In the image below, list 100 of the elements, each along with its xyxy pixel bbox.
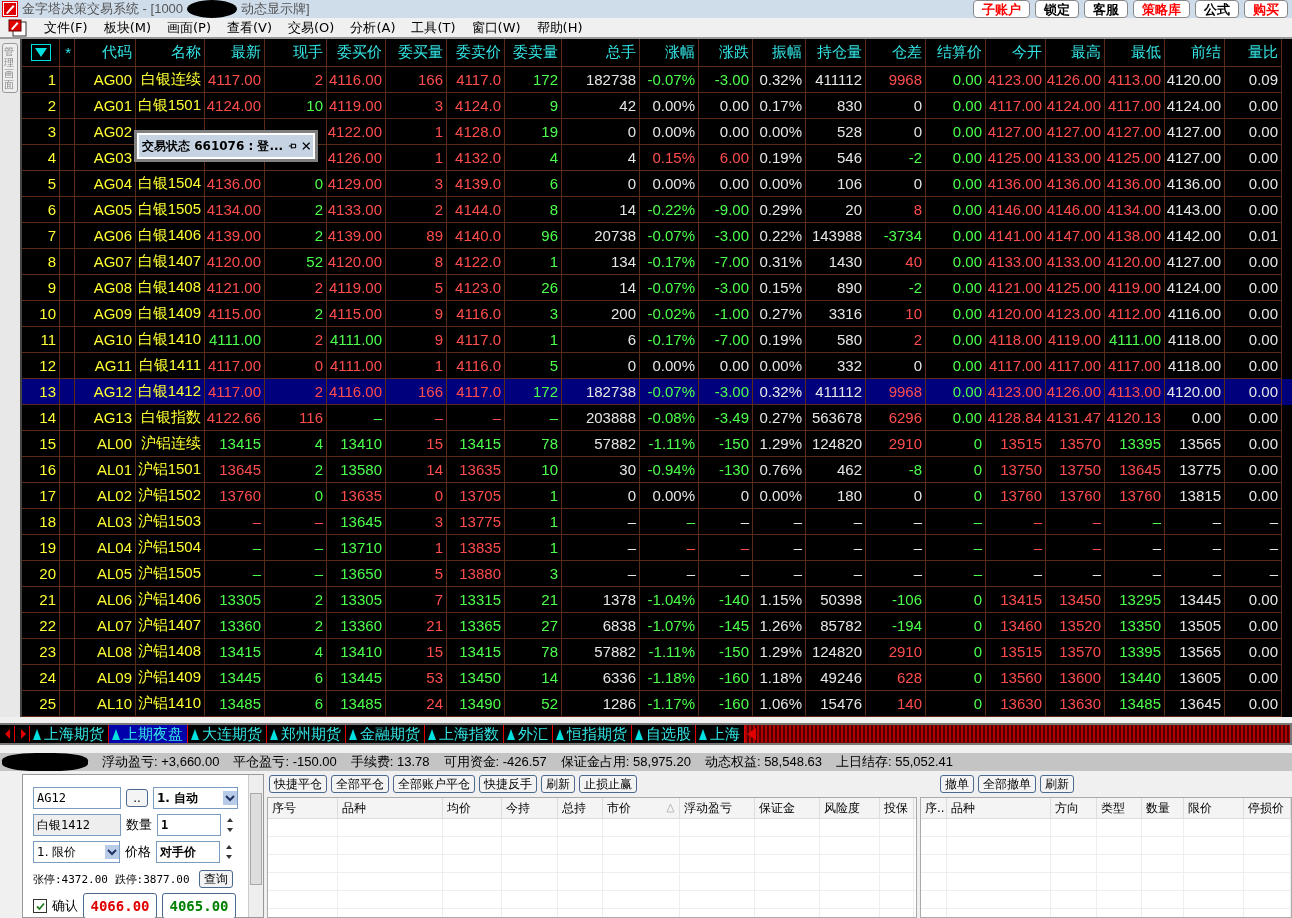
quote-row[interactable]: 5 AG04 白银1504 4136.00 0 4129.00 3 4139.0 6 0 0.00% 0.00 0.00% 106 0 0.00 4136.00 4136.00 4136.00 4136.00 0.00 [22, 171, 1292, 197]
column-header[interactable]: 委买量 [398, 43, 443, 62]
column-header[interactable]: 涨跌 [719, 43, 749, 62]
market-tab[interactable]: 上海 [696, 725, 745, 743]
menu-item[interactable]: 交易(O) [280, 18, 343, 37]
quote-row[interactable]: 10 AG09 白银1409 4115.00 2 4115.00 9 4116.0 3 200 -0.02% -1.00 0.27% 3316 10 0.00 4120.00 4123.00 4112.00 4116.00 0.00 [22, 301, 1292, 327]
quote-row[interactable]: 23 AL08 沪铝1408 13415 4 13410 15 13415 78 57882 -1.11% -150 1.29% 124820 2910 0 13515 13570 13395 13565 0.00 [22, 639, 1292, 665]
query-button[interactable]: 查询 [198, 870, 233, 888]
quote-row[interactable]: 16 AL01 沪铝1501 13645 2 13580 14 13635 10 30 -0.94% -130 0.76% 462 -8 0 13750 13750 13645 13775 0.00 [22, 457, 1292, 483]
column-header[interactable]: 振幅 [772, 43, 802, 62]
column-header[interactable]: 代码 [102, 43, 132, 62]
column-header[interactable]: 市价 [607, 799, 631, 817]
column-header[interactable]: 委卖量 [513, 43, 558, 62]
quote-row[interactable]: 22 AL07 沪铝1407 13360 2 13360 21 13365 27 6838 -1.07% -145 1.26% 85782 -194 0 13460 13520 13350 13505 0.00 [22, 613, 1292, 639]
toolbar-button[interactable]: 全部账户平仓 [393, 775, 475, 793]
toolbar-button[interactable]: 刷新 [1040, 775, 1074, 793]
column-header[interactable]: 品种 [951, 799, 975, 817]
quote-row[interactable]: 1 AG00 白银连续 4117.00 2 4116.00 166 4117.0 172 182738 -0.07% -3.00 0.32% 411112 9968 0.00 4123.00 4126.00 4113.00 4120.00 0.09 [22, 67, 1292, 93]
column-header[interactable]: 前结 [1191, 43, 1221, 62]
confirm-checkbox[interactable] [33, 899, 47, 913]
column-header[interactable]: 序号 [272, 799, 296, 817]
quote-row[interactable]: 20 AL05 沪铝1505 – – 13650 5 13880 3 – – – – – – – – – – – – [22, 561, 1292, 587]
column-header[interactable]: 风险度 [824, 799, 860, 817]
toolbar-button[interactable]: 快捷反手 [479, 775, 537, 793]
column-header[interactable]: 总持 [562, 799, 586, 817]
market-tab[interactable]: 外汇 [504, 725, 553, 743]
column-header[interactable]: 涨幅 [665, 43, 695, 62]
column-header[interactable]: 类型 [1101, 799, 1125, 817]
header-button[interactable]: 客服 [1084, 0, 1128, 18]
quote-row[interactable]: 14 AG13 白银指数 4122.66 116 – – – – 203888 -0.08% -3.49 0.27% 563678 6296 0.00 4128.84 4131.47 4120.13 0.00 0.00 [22, 405, 1292, 431]
column-header[interactable]: 总手 [606, 43, 636, 62]
quote-row[interactable]: 6 AG05 白银1505 4134.00 2 4133.00 2 4144.0 8 14 -0.22% -9.00 0.29% 20 8 0.00 4146.00 4146.00 4134.00 4143.00 0.00 [22, 197, 1292, 223]
sell-price-button[interactable]: 4065.00 [162, 893, 236, 918]
market-tab[interactable]: 上期夜盘 [109, 725, 188, 743]
header-button[interactable]: 子账户 [973, 0, 1030, 18]
toolbar-button[interactable]: 全部平仓 [331, 775, 389, 793]
column-header[interactable]: 今持 [506, 799, 530, 817]
quote-row[interactable]: 15 AL00 沪铝连续 13415 4 13410 15 13415 78 57882 -1.11% -150 1.29% 124820 2910 0 13515 13570 13395 13565 0.00 [22, 431, 1292, 457]
name-field[interactable]: 白银1412 [33, 814, 121, 836]
toolbar-button[interactable]: 快捷平仓 [269, 775, 327, 793]
market-tab[interactable]: 恒指期货 [553, 725, 632, 743]
market-tab[interactable]: 金融期货 [346, 725, 425, 743]
menu-item[interactable]: 板块(M) [95, 18, 159, 37]
column-header[interactable]: 委买价 [337, 43, 382, 62]
column-header[interactable]: 停损价 [1248, 799, 1284, 817]
column-header[interactable]: 浮动盈亏 [684, 799, 732, 817]
column-header[interactable]: 保证金 [759, 799, 795, 817]
quote-row[interactable]: 18 AL03 沪铝1503 – – 13645 3 13775 1 – – – – – – – – – – – – [22, 509, 1292, 535]
column-header[interactable]: 均价 [447, 799, 471, 817]
quote-row[interactable]: 25 AL10 沪铝1410 13485 6 13485 24 13490 52 1286 -1.17% -160 1.06% 15476 140 0 13630 13630 13485 13645 0.00 [22, 691, 1292, 717]
column-header[interactable]: 投保 [884, 799, 908, 817]
menu-item[interactable]: 文件(F) [36, 18, 96, 37]
menu-item[interactable]: 查看(V) [219, 18, 281, 37]
column-header[interactable]: 名称 [171, 43, 201, 62]
quote-row[interactable]: 7 AG06 白银1406 4139.00 2 4139.00 89 4140.0 96 20738 -0.07% -3.00 0.22% 143988 -3734 0.00 4141.00 4147.00 4138.00 4142.00 0.01 [22, 223, 1292, 249]
quote-row[interactable]: 13 AG12 白银1412 4117.00 2 4116.00 166 4117.0 172 182738 -0.07% -3.00 0.32% 411112 9968 0.00 4123.00 4126.00 4113.00 4120.00 0.00 [22, 379, 1292, 405]
header-button[interactable]: 策略库 [1133, 0, 1190, 18]
column-header[interactable]: 今开 [1012, 43, 1042, 62]
menu-item[interactable]: 帮助(H) [528, 18, 591, 37]
price-field[interactable]: 对手价 [156, 841, 220, 863]
pin-icon[interactable] [288, 141, 297, 151]
status-popup[interactable]: 交易状态 661076 : 登... [137, 133, 315, 159]
close-icon[interactable] [301, 141, 310, 151]
order-type-select[interactable]: 1. 限价 [33, 841, 120, 863]
header-button[interactable]: 公式 [1195, 0, 1239, 18]
scroll-left-icon[interactable] [2, 726, 15, 742]
column-header[interactable]: 方向 [1055, 799, 1079, 817]
toolbar-button[interactable]: 刷新 [541, 775, 575, 793]
code-field[interactable]: AG12 [33, 787, 121, 809]
column-header[interactable]: 委卖价 [456, 43, 501, 62]
dropdown-icon[interactable] [30, 44, 51, 61]
toolbar-button[interactable]: 撤单 [940, 775, 974, 793]
column-header[interactable]: 持仓量 [817, 43, 862, 62]
quote-row[interactable]: 21 AL06 沪铝1406 13305 2 13305 7 13315 21 1378 -1.04% -140 1.15% 50398 -106 0 13415 13450 13295 13445 0.00 [22, 587, 1292, 613]
menu-item[interactable]: 分析(A) [342, 18, 404, 37]
market-tab[interactable]: 上海指数 [425, 725, 504, 743]
toolbar-button[interactable]: 止损止赢 [579, 775, 637, 793]
column-header[interactable]: 现手 [293, 43, 323, 62]
browse-button[interactable]: .. [126, 789, 148, 807]
column-header[interactable]: 限价 [1188, 799, 1212, 817]
quote-row[interactable]: 2 AG01 白银1501 4124.00 10 4119.00 3 4124.0 9 42 0.00% 0.00 0.17% 830 0 0.00 4117.00 4124.00 4117.00 4124.00 0.00 [22, 93, 1292, 119]
quote-row[interactable]: 24 AL09 沪铝1409 13445 6 13445 53 13450 14 6336 -1.18% -160 1.18% 49246 628 0 13560 13600 13440 13605 0.00 [22, 665, 1292, 691]
scrollbar[interactable] [248, 775, 263, 917]
quote-row[interactable]: 11 AG10 白银1410 4111.00 2 4111.00 9 4117.0 1 6 -0.17% -7.00 0.19% 580 2 0.00 4118.00 4119.00 4111.00 4118.00 0.00 [22, 327, 1292, 353]
column-header[interactable]: 序.. [925, 799, 945, 817]
menu-item[interactable]: 画面(P) [159, 18, 219, 37]
column-header[interactable]: 数量 [1146, 799, 1170, 817]
market-tab[interactable]: 自选股 [632, 725, 696, 743]
quote-row[interactable]: 19 AL04 沪铝1504 – – 13710 1 13835 1 – – – – – – – – – – – – [22, 535, 1292, 561]
market-tab[interactable]: 郑州期货 [267, 725, 346, 743]
menu-item[interactable]: 窗口(W) [463, 18, 529, 37]
column-header[interactable]: 量比 [1248, 43, 1278, 62]
column-header[interactable]: 最新 [231, 43, 261, 62]
column-header[interactable]: 仓差 [892, 43, 922, 62]
column-header[interactable]: 结算价 [937, 43, 982, 62]
mode-select[interactable]: 1. 自动 [153, 787, 238, 809]
header-button[interactable]: 购买 [1244, 0, 1288, 18]
quote-row[interactable]: 9 AG08 白银1408 4121.00 2 4119.00 5 4123.0 26 14 -0.07% -3.00 0.15% 890 -2 0.00 4121.00 4125.00 4119.00 4124.00 0.00 [22, 275, 1292, 301]
column-header[interactable]: 最高 [1071, 43, 1101, 62]
menu-item[interactable]: 工具(T) [403, 18, 464, 37]
